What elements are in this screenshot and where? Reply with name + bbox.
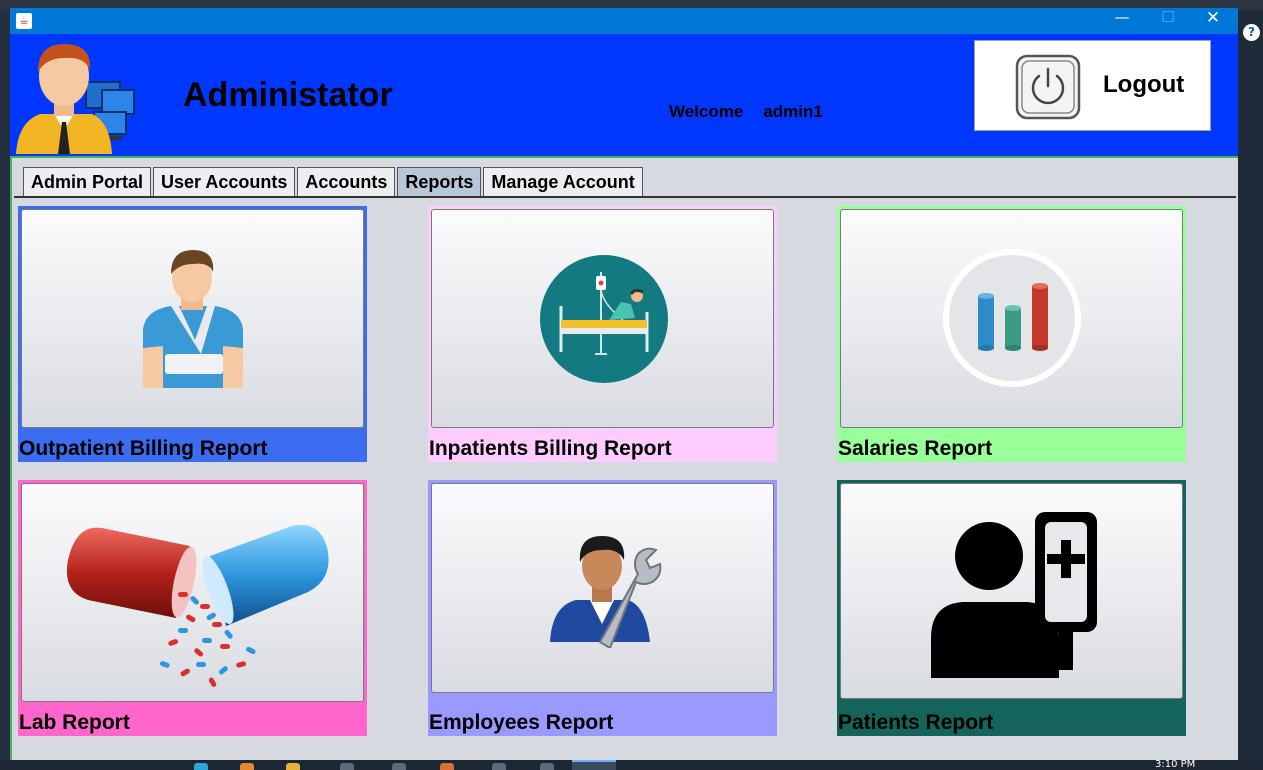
lab-report-label: Lab Report [19,711,130,734]
taskbar-clock: 3:10 PM [1155,759,1196,770]
header-panel: Administator Welcome admin1 Logout [10,34,1238,156]
bar-chart-icon [943,249,1081,387]
inpatients-billing-report-label: Inpatients Billing Report [429,437,672,460]
app-window: ☕ — ☐ ✕ Administator Welcome admin1 Logo… [10,8,1238,760]
tab-reports[interactable]: Reports [397,167,482,196]
tab-bar: Admin Portal User Accounts Accounts Repo… [23,167,645,196]
background-left-edge [0,10,10,760]
close-button[interactable]: ✕ [1190,8,1236,34]
lab-report-button[interactable] [21,483,364,702]
page-title: Administator [183,76,393,114]
employee-wrench-icon [550,536,662,648]
taskbar-app-icon[interactable] [286,763,300,770]
taskbar-app-icon[interactable] [540,763,554,770]
salaries-report-button[interactable] [840,209,1183,428]
salaries-report-label: Salaries Report [838,437,993,460]
outpatient-billing-report-label: Outpatient Billing Report [19,437,268,460]
report-card-lab: Lab Report [18,480,367,736]
report-card-employees: Employees Report [428,480,777,736]
help-icon: ? [1243,24,1260,41]
minimize-button[interactable]: — [1099,8,1145,34]
taskbar-app-icon[interactable] [492,763,506,770]
taskbar-app-icon[interactable] [340,763,354,770]
welcome-message: Welcome admin1 [669,102,823,122]
current-username: admin1 [763,102,823,121]
inpatients-billing-report-button[interactable] [431,209,774,428]
taskbar-app-icon[interactable] [440,763,454,770]
report-card-patients: Patients Report [837,480,1186,736]
taskbar: 3:10 PM [0,760,1263,770]
maximize-button[interactable]: ☐ [1145,8,1191,34]
reports-content-panel: Admin Portal User Accounts Accounts Repo… [10,156,1238,760]
tab-user-accounts[interactable]: User Accounts [153,167,296,196]
capsule-pills-icon [66,525,329,687]
taskbar-app-icon[interactable] [240,763,254,770]
outpatient-billing-report-button[interactable] [21,209,364,428]
tab-manage-account[interactable]: Manage Account [483,167,643,196]
patients-report-label: Patients Report [838,711,994,734]
java-app-icon: ☕ [16,13,32,29]
taskbar-active-app[interactable] [572,760,616,770]
tab-accounts[interactable]: Accounts [297,167,396,196]
employees-report-button[interactable] [431,483,774,693]
report-card-salaries: Salaries Report [837,206,1186,462]
title-bar: ☕ — ☐ ✕ [10,8,1238,34]
tab-divider [14,196,1236,198]
hospital-bed-icon [540,255,668,383]
power-icon [1015,54,1081,120]
employees-report-label: Employees Report [429,711,614,734]
welcome-label: Welcome [669,102,744,121]
tab-admin-portal[interactable]: Admin Portal [23,167,152,196]
patient-iv-drip-icon [931,512,1097,678]
taskbar-app-icon[interactable] [392,763,406,770]
injured-patient-icon [143,250,243,388]
report-card-inpatients: Inpatients Billing Report [428,206,777,462]
patients-report-button[interactable] [840,483,1183,699]
logout-button[interactable]: Logout [974,40,1211,131]
administrator-avatar-icon [16,44,135,154]
logout-label: Logout [1103,71,1185,98]
report-card-outpatient: Outpatient Billing Report [18,206,367,462]
taskbar-app-icon[interactable] [194,763,208,770]
background-right-edge: ? [1238,10,1263,760]
